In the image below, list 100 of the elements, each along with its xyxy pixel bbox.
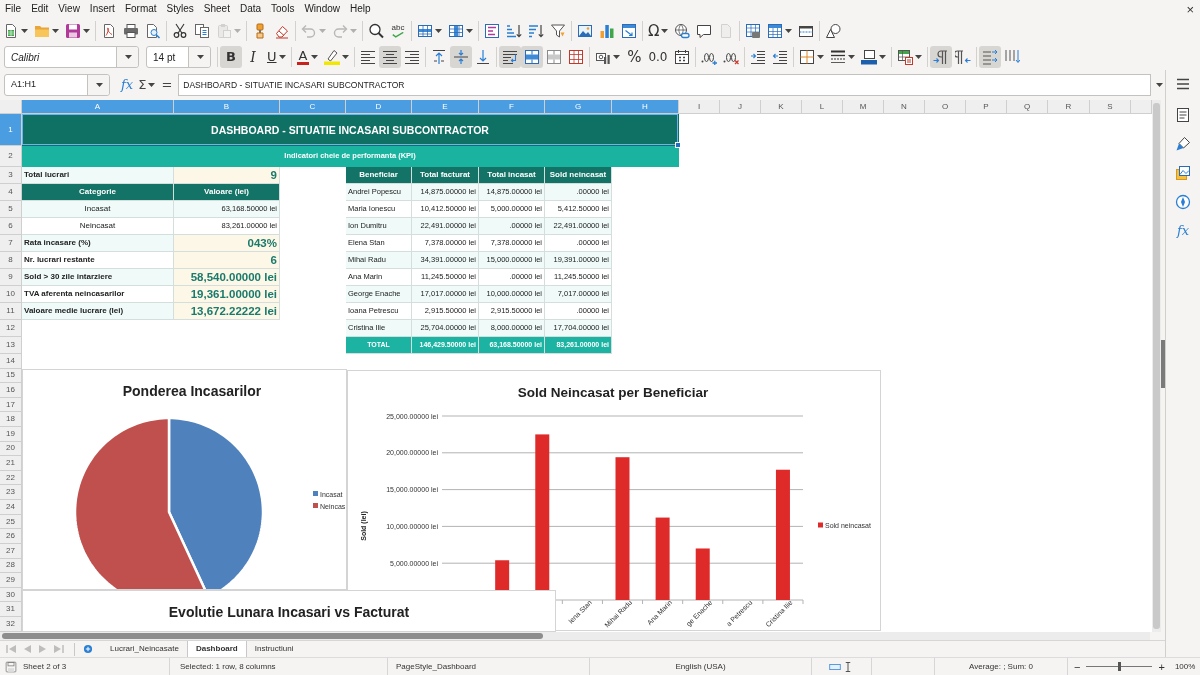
globe-link-icon[interactable] (674, 23, 691, 39)
scissors-icon[interactable] (172, 23, 188, 39)
special-character-button[interactable]: Ω (645, 20, 672, 42)
column-header[interactable]: M (843, 100, 884, 114)
row-header[interactable]: 29 (0, 573, 22, 588)
print-area-icon[interactable] (745, 23, 762, 39)
add-sheet-icon[interactable] (83, 644, 93, 654)
bold-button[interactable]: B (220, 46, 242, 68)
row-header[interactable]: 10 (0, 286, 22, 303)
calendar-icon[interactable] (673, 49, 690, 65)
column-header[interactable]: O (925, 100, 966, 114)
caret-icon[interactable] (21, 29, 28, 33)
printer-icon[interactable] (123, 23, 139, 39)
caret-icon[interactable] (661, 29, 669, 33)
brush-icon[interactable] (1175, 136, 1191, 152)
caret-icon[interactable] (96, 83, 103, 87)
caret-icon[interactable] (466, 29, 473, 33)
table-column-icon[interactable] (448, 23, 464, 39)
row-header[interactable]: 2 (0, 146, 22, 167)
line-style-icon[interactable] (829, 49, 846, 65)
column-header[interactable]: K (761, 100, 802, 114)
row-header[interactable]: 16 (0, 383, 22, 398)
paragraph-arrow-left-icon[interactable] (954, 49, 971, 65)
row-header[interactable]: 26 (0, 529, 22, 544)
sheet-tab[interactable]: Lucrari_Neincasate (102, 641, 187, 657)
caret-icon[interactable] (847, 55, 855, 59)
caret-icon[interactable] (785, 29, 793, 33)
menu-item[interactable]: Styles (161, 2, 199, 16)
scrollbar-thumb[interactable] (1153, 103, 1160, 629)
speech-bubble-icon[interactable] (696, 23, 713, 39)
search-icon[interactable] (368, 23, 384, 39)
picture-icon[interactable] (577, 23, 593, 39)
menu-item[interactable]: Help (345, 2, 376, 16)
pdf-document-icon[interactable] (101, 23, 117, 39)
borders-icon[interactable] (798, 49, 815, 65)
menu-item[interactable]: Sheet (198, 2, 235, 16)
caret-icon[interactable] (311, 55, 319, 59)
sheet-tab[interactable]: Instructiuni (246, 641, 302, 657)
split-cells-icon[interactable] (568, 49, 585, 65)
sheet-tab[interactable]: Dashboard (186, 641, 247, 657)
column-header[interactable]: R (1048, 100, 1090, 114)
menu-icon[interactable] (1175, 76, 1191, 92)
bar-chart-icon[interactable] (599, 23, 615, 39)
menu-item[interactable]: File (0, 2, 27, 16)
caret-icon[interactable] (52, 29, 59, 33)
caret-icon[interactable] (197, 55, 204, 59)
menu-item[interactable]: Insert (84, 2, 120, 16)
funnel-icon[interactable] (550, 23, 566, 39)
name-box-field[interactable]: A1:H1 (4, 74, 110, 96)
row-header[interactable]: 5 (0, 201, 22, 218)
row-header[interactable]: 12 (0, 320, 22, 337)
close-button[interactable]: × (1184, 2, 1196, 16)
border-color-icon[interactable] (860, 49, 877, 65)
merge-cells-icon[interactable] (546, 49, 563, 65)
horizontal-scrollbar[interactable] (0, 632, 1150, 640)
row-header[interactable]: 4 (0, 184, 22, 201)
percent-format-button[interactable]: % (623, 46, 646, 68)
row-header[interactable]: 23 (0, 485, 22, 501)
row-header[interactable]: 3 (0, 167, 22, 184)
caret-icon[interactable] (878, 55, 886, 59)
sort-icon[interactable] (484, 23, 500, 39)
highlighter-icon[interactable] (324, 49, 341, 65)
caret-icon[interactable] (435, 29, 442, 33)
caret-icon[interactable] (914, 55, 922, 59)
row-header[interactable]: 18 (0, 412, 22, 428)
column-header[interactable]: P (966, 100, 1007, 114)
caret-icon[interactable] (613, 55, 621, 59)
number-format-button[interactable]: 0.0 (645, 46, 671, 68)
caret-icon[interactable] (342, 55, 350, 59)
menu-item[interactable]: Data (234, 2, 267, 16)
italic-button[interactable]: I (242, 46, 264, 68)
splitter-handle[interactable] (1161, 340, 1165, 388)
caret-icon[interactable] (125, 55, 132, 59)
caret-icon[interactable] (148, 83, 156, 87)
slider-thumb[interactable] (1117, 662, 1121, 671)
row-header[interactable]: 14 (0, 354, 22, 369)
row-header[interactable]: 9 (0, 269, 22, 286)
menu-item[interactable]: Format (119, 2, 162, 16)
spreadsheet-document-icon[interactable] (3, 23, 19, 39)
column-header[interactable]: J (720, 100, 761, 114)
caret-icon[interactable] (278, 55, 286, 59)
column-header[interactable]: N (884, 100, 925, 114)
align-left-icon[interactable] (360, 49, 377, 65)
column-header[interactable]: L (802, 100, 843, 114)
row-header[interactable]: 24 (0, 500, 22, 515)
row-header[interactable]: 6 (0, 218, 22, 235)
font-color-button[interactable]: A (293, 46, 322, 68)
row-header[interactable]: 31 (0, 602, 22, 617)
check-icon[interactable] (392, 32, 404, 38)
menu-item[interactable]: View (53, 2, 85, 16)
row-header[interactable]: 8 (0, 252, 22, 269)
caret-icon[interactable] (816, 55, 824, 59)
table-row-icon[interactable] (417, 23, 433, 39)
menu-item[interactable]: Window (299, 2, 345, 16)
zoom-in-button[interactable]: + (1154, 660, 1169, 673)
split-window-icon[interactable] (798, 23, 815, 39)
font-name-field[interactable]: Calibri (4, 46, 139, 68)
spelling-button[interactable]: abc (387, 20, 409, 42)
formula-input-field[interactable]: DASHBOARD - SITUATIE INCASARI SUBCONTRACTOR (178, 74, 1151, 96)
sort-descending-icon[interactable] (528, 23, 544, 39)
